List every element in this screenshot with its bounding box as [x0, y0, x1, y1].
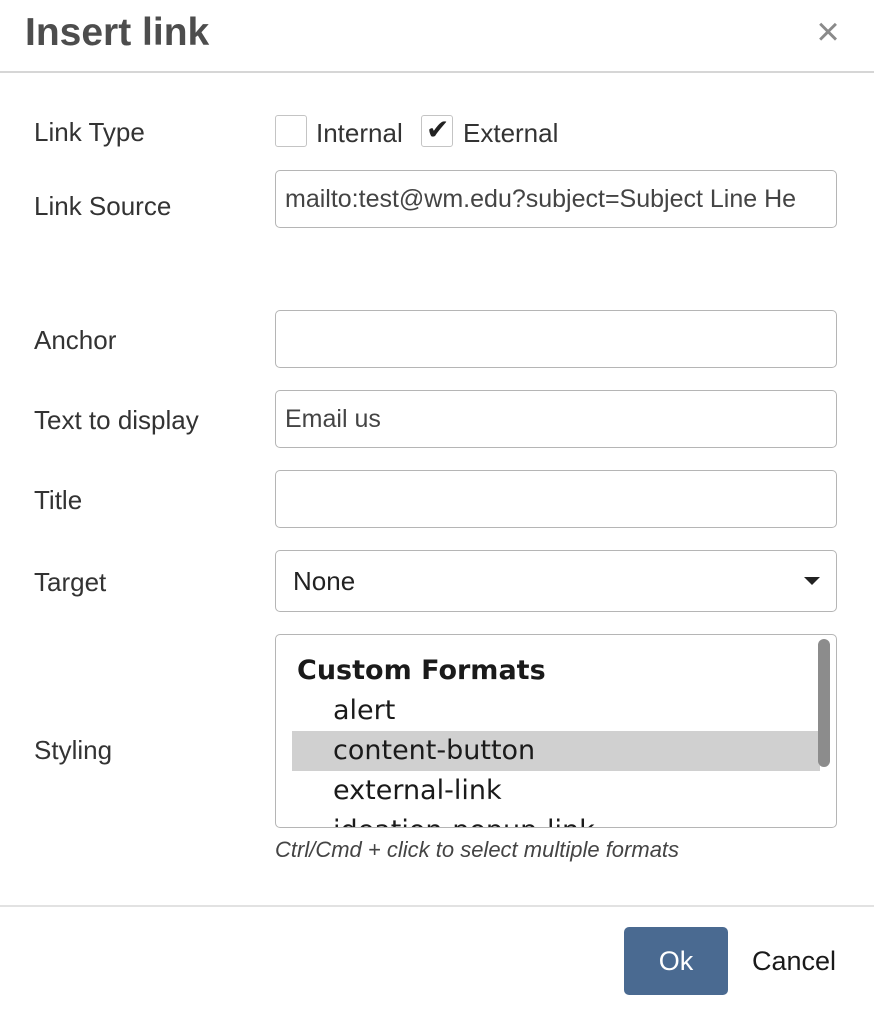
internal-checkbox-label[interactable]: Internal — [316, 118, 403, 148]
close-icon[interactable]: × — [810, 12, 846, 52]
title-input[interactable] — [275, 470, 837, 528]
link-type-label: Link Type — [34, 117, 145, 147]
styling-listbox[interactable]: Custom Formats alert content-button exte… — [275, 634, 837, 828]
dialog-title: Insert link — [25, 11, 210, 54]
title-label: Title — [34, 485, 83, 515]
link-source-label: Link Source — [34, 191, 172, 221]
styling-hint: Ctrl/Cmd + click to select multiple form… — [275, 837, 680, 862]
listbox-group-label: Custom Formats — [297, 655, 546, 686]
chevron-down-icon — [804, 577, 820, 585]
footer-divider — [0, 905, 874, 907]
cancel-button[interactable]: Cancel — [752, 927, 842, 995]
target-select[interactable]: None — [275, 550, 837, 612]
dialog-header: Insert link × — [0, 0, 874, 73]
insert-link-dialog: Insert link × Link Type Internal ✔ Exter… — [0, 0, 874, 1014]
external-checkbox[interactable]: ✔ — [421, 113, 453, 147]
anchor-input[interactable] — [275, 310, 837, 368]
listbox-scrollbar[interactable] — [818, 639, 830, 767]
list-item[interactable]: alert — [292, 691, 820, 731]
list-item-selected[interactable]: content-button — [292, 731, 820, 771]
checkmark-icon: ✔ — [426, 113, 450, 146]
link-source-input[interactable]: mailto:test@wm.edu?subject=Subject Line … — [275, 170, 837, 228]
anchor-label: Anchor — [34, 325, 117, 355]
styling-label: Styling — [34, 735, 113, 765]
text-to-display-input[interactable]: Email us — [275, 390, 837, 448]
internal-checkbox[interactable] — [275, 115, 307, 147]
target-label: Target — [34, 567, 107, 597]
external-checkbox-label[interactable]: External — [463, 118, 558, 148]
list-item[interactable]: external-link — [292, 771, 820, 811]
ok-button[interactable]: Ok — [624, 927, 728, 995]
list-item[interactable]: ideation-popup-link — [292, 811, 820, 827]
target-selected-value: None — [293, 566, 356, 596]
text-to-display-label: Text to display — [34, 405, 199, 435]
